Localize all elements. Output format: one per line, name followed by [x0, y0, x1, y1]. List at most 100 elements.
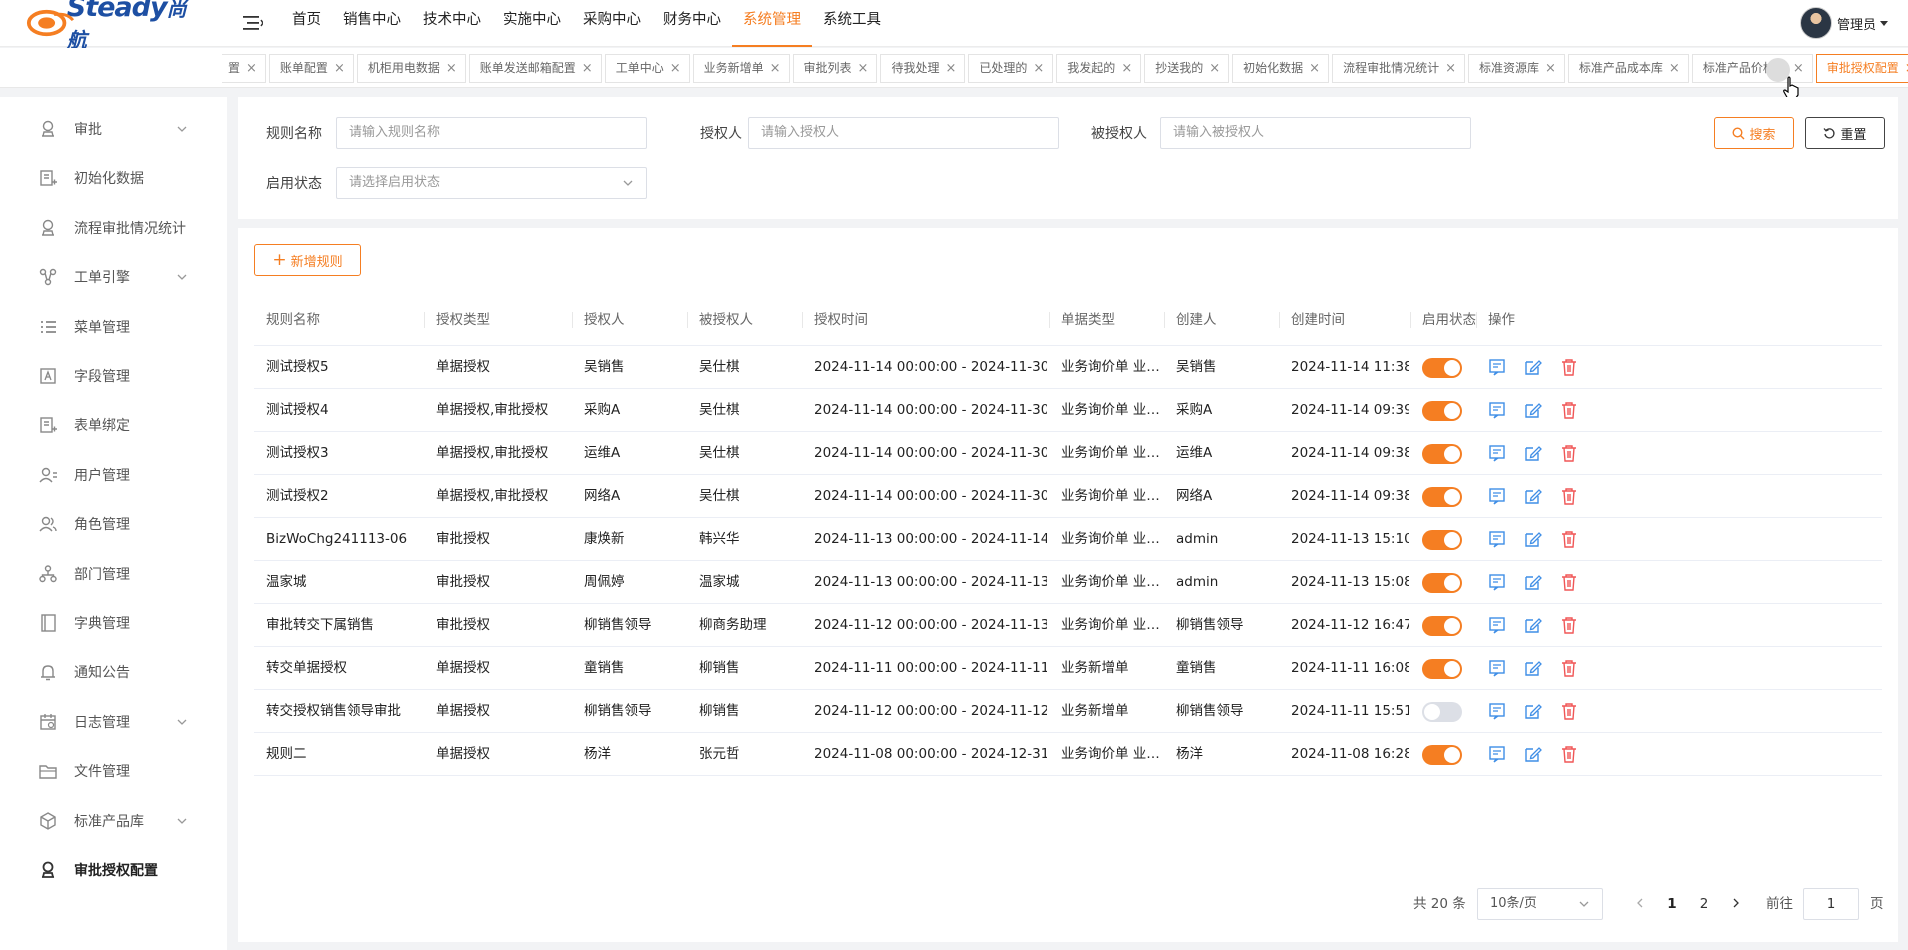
delete-icon[interactable] — [1560, 401, 1578, 419]
sidebar-item-15[interactable]: 审批授权配置 — [0, 846, 227, 894]
table-row[interactable]: 测试授权5 单据授权 吴销售 吴仕棋 2024-11-14 00:00:00 - 202… — [254, 346, 1882, 389]
close-icon[interactable]: × — [1545, 55, 1556, 82]
prev-page-button[interactable] — [1628, 888, 1652, 920]
enabled-toggle[interactable] — [1422, 358, 1462, 378]
user-name[interactable]: 管理员 — [1837, 14, 1876, 33]
chevron-down-icon[interactable] — [176, 271, 188, 283]
enabled-toggle[interactable] — [1422, 444, 1462, 464]
close-icon[interactable]: × — [1445, 55, 1456, 82]
delete-icon[interactable] — [1560, 616, 1578, 634]
close-icon[interactable]: × — [670, 55, 681, 82]
chevron-down-icon[interactable] — [176, 716, 188, 728]
page-button-1[interactable]: 1 — [1660, 888, 1684, 920]
logo[interactable]: Steady尚航 — [26, 0, 196, 52]
sidebar-item-4[interactable]: 菜单管理 — [0, 303, 227, 351]
sidebar-item-14[interactable]: 标准产品库 — [0, 797, 227, 845]
table-row[interactable]: 测试授权4 单据授权,审批授权 采购A 吴仕棋 2024-11-14 00:00:00 … — [254, 389, 1882, 432]
sidebar-item-6[interactable]: 表单绑定 — [0, 401, 227, 449]
tab-2[interactable]: 机柜用电数据 × — [356, 54, 466, 83]
table-row[interactable]: 审批转交下属销售 审批授权 柳销售领导 柳商务助理 2024-11-12 00:00:0… — [254, 604, 1882, 647]
enabled-toggle[interactable] — [1422, 530, 1462, 550]
close-icon[interactable]: × — [945, 55, 956, 82]
sidebar-item-5[interactable]: 字段管理 — [0, 352, 227, 400]
view-icon[interactable] — [1488, 444, 1506, 462]
close-icon[interactable]: × — [334, 55, 345, 82]
sidebar-item-0[interactable]: 审批 — [0, 105, 227, 153]
nav-sales[interactable]: 销售中心 — [332, 0, 412, 47]
close-icon[interactable]: × — [246, 55, 257, 82]
sidebar-item-2[interactable]: 流程审批情况统计 — [0, 204, 227, 252]
sidebar-item-3[interactable]: 工单引擎 — [0, 253, 227, 301]
next-page-button[interactable] — [1724, 888, 1748, 920]
tab-10[interactable]: 抄送我的 × — [1144, 54, 1230, 83]
rule-name-input[interactable]: 请输入规则名称 — [336, 117, 647, 149]
page-button-2[interactable]: 2 — [1692, 888, 1716, 920]
tab-6[interactable]: 审批列表 × — [792, 54, 878, 83]
edit-icon[interactable] — [1524, 702, 1542, 720]
close-icon[interactable]: × — [1121, 55, 1132, 82]
page-size-select[interactable]: 10条/页 — [1477, 888, 1603, 920]
reset-button[interactable]: 重置 — [1805, 117, 1885, 149]
close-icon[interactable]: × — [858, 55, 869, 82]
delete-icon[interactable] — [1560, 659, 1578, 677]
tab-9[interactable]: 我发起的 × — [1056, 54, 1142, 83]
view-icon[interactable] — [1488, 573, 1506, 591]
chevron-down-icon[interactable] — [176, 123, 188, 135]
sidebar-item-11[interactable]: 通知公告 — [0, 648, 227, 696]
view-icon[interactable] — [1488, 358, 1506, 376]
edit-icon[interactable] — [1524, 573, 1542, 591]
sidebar-item-12[interactable]: 日志管理 — [0, 698, 227, 746]
view-icon[interactable] — [1488, 616, 1506, 634]
table-row[interactable]: 转交单据授权 单据授权 童销售 柳销售 2024-11-11 00:00:00 - 20… — [254, 647, 1882, 690]
table-row[interactable]: 测试授权3 单据授权,审批授权 运维A 吴仕棋 2024-11-14 00:00:00 … — [254, 432, 1882, 475]
close-icon[interactable]: × — [582, 55, 593, 82]
enabled-toggle[interactable] — [1422, 487, 1462, 507]
nav-purchase[interactable]: 采购中心 — [572, 0, 652, 47]
sidebar-item-7[interactable]: 用户管理 — [0, 451, 227, 499]
edit-icon[interactable] — [1524, 745, 1542, 763]
close-icon[interactable]: × — [1033, 55, 1044, 82]
delete-icon[interactable] — [1560, 444, 1578, 462]
tab-16[interactable]: 审批授权配置× — [1815, 54, 1908, 83]
edit-icon[interactable] — [1524, 659, 1542, 677]
tab-13[interactable]: 标准资源库 × — [1467, 54, 1565, 83]
table-row[interactable]: 转交授权销售领导审批 单据授权 柳销售领导 柳销售 2024-11-12 00:00:0… — [254, 690, 1882, 733]
view-icon[interactable] — [1488, 530, 1506, 548]
tab-8[interactable]: 已处理的 × — [968, 54, 1054, 83]
tab-7[interactable]: 待我处理 × — [880, 54, 966, 83]
enabled-toggle[interactable] — [1422, 401, 1462, 421]
edit-icon[interactable] — [1524, 487, 1542, 505]
enabled-toggle[interactable] — [1422, 573, 1462, 593]
delete-icon[interactable] — [1560, 745, 1578, 763]
sidebar-item-1[interactable]: 初始化数据 — [0, 154, 227, 202]
goto-page-input[interactable]: 1 — [1803, 888, 1859, 920]
search-button[interactable]: 搜索 — [1714, 117, 1794, 149]
sidebar-item-9[interactable]: 部门管理 — [0, 550, 227, 598]
grantor-input[interactable]: 请输入授权人 — [748, 117, 1059, 149]
close-icon[interactable]: × — [446, 55, 457, 82]
view-icon[interactable] — [1488, 401, 1506, 419]
close-icon[interactable]: × — [1669, 55, 1680, 82]
edit-icon[interactable] — [1524, 358, 1542, 376]
table-row[interactable]: 规则二 单据授权 杨洋 张元哲 2024-11-08 00:00:00 - 2024-1… — [254, 733, 1882, 776]
caret-down-icon[interactable] — [1880, 20, 1888, 26]
sidebar-item-13[interactable]: 文件管理 — [0, 747, 227, 795]
tab-0[interactable]: 置 × — [222, 54, 266, 83]
delete-icon[interactable] — [1560, 358, 1578, 376]
tab-12[interactable]: 流程审批情况统计 × — [1332, 54, 1465, 83]
enabled-toggle[interactable] — [1422, 616, 1462, 636]
tab-3[interactable]: 账单发送邮箱配置 × — [468, 54, 602, 83]
avatar[interactable] — [1799, 7, 1832, 39]
nav-system-management[interactable]: 系统管理 — [732, 0, 812, 47]
chevron-down-icon[interactable] — [176, 815, 188, 827]
nav-tech[interactable]: 技术中心 — [412, 0, 492, 47]
nav-implementation[interactable]: 实施中心 — [492, 0, 572, 47]
tab-1[interactable]: 账单配置 × — [268, 54, 354, 83]
delete-icon[interactable] — [1560, 530, 1578, 548]
close-icon[interactable]: × — [1309, 55, 1320, 82]
nav-home[interactable]: 首页 — [281, 0, 332, 47]
table-row[interactable]: BizWoChg241113-06 审批授权 康焕新 韩兴华 2024-11-13 00… — [254, 518, 1882, 561]
tab-4[interactable]: 工单中心 × — [604, 54, 690, 83]
tab-11[interactable]: 初始化数据 × — [1232, 54, 1330, 83]
sidebar-item-8[interactable]: 角色管理 — [0, 500, 227, 548]
